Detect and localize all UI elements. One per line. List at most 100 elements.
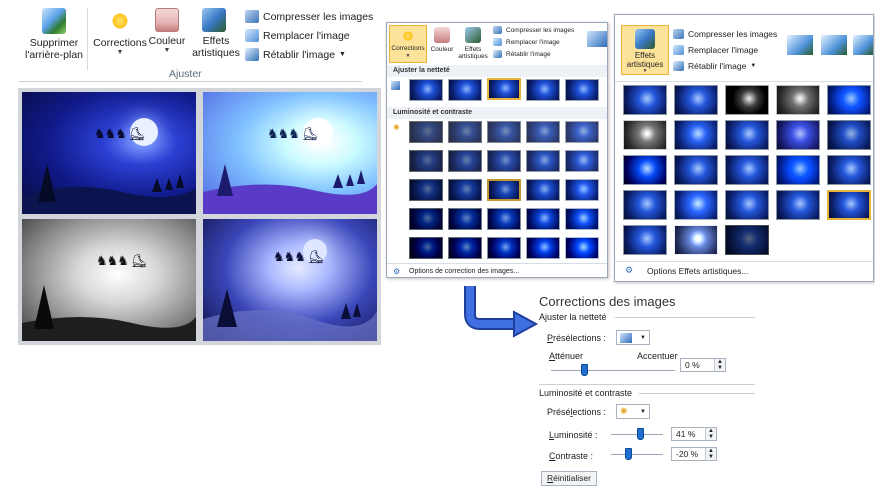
corrections-button[interactable]: Corrections ▼ [91,8,149,57]
artistic-brush-icon [635,29,655,49]
reset-image-button[interactable]: Rétablir l'image ▼ [673,61,756,71]
sharpness-spinbox[interactable]: 0 % ▲ ▼ [680,358,726,372]
sharpen-thumb[interactable] [526,79,560,101]
artistic-effect-thumb[interactable] [827,190,871,220]
replace-image-button[interactable]: Remplacer l'image [673,45,758,55]
spin-arrows-icon[interactable]: ▲ ▼ [714,359,725,371]
artistic-effect-thumb[interactable] [827,155,871,185]
sharpen-thumb-selected[interactable] [487,78,521,100]
artistic-effect-thumb[interactable] [623,85,667,115]
picture-style-thumbnail[interactable] [587,31,607,47]
contrast-value: -20 % [676,449,699,459]
reset-image-button[interactable]: Rétablir l'image ▼ [245,48,346,61]
brightness-contrast-thumb[interactable] [448,237,482,259]
compress-images-button[interactable]: Compresser les images [493,26,574,34]
contrast-slider-thumb[interactable] [625,448,632,460]
reset-image-button[interactable]: Rétablir l'image [493,50,551,58]
picture-style-thumbnail[interactable] [821,35,847,55]
artistic-effects-button[interactable]: Effets artistiques [455,25,491,60]
sharpen-presets-label: Présélections : [547,333,607,343]
artistic-effect-thumb[interactable] [674,85,718,115]
artistic-effect-thumb[interactable] [674,155,718,185]
brightness-contrast-thumb[interactable] [565,121,599,143]
picture-style-thumbnail[interactable] [787,35,813,55]
brightness-presets-label: Présélections : [547,407,607,417]
brightness-contrast-thumb[interactable] [487,237,521,259]
brightness-slider-thumb[interactable] [637,428,644,440]
reset-button[interactable]: Réinitialiser [541,471,597,486]
brightness-spinbox[interactable]: 41 % ▲ ▼ [671,427,717,441]
artistic-options-link[interactable]: Options Effets artistiques... [647,266,748,276]
artistic-effect-thumb[interactable] [827,120,871,150]
brightness-contrast-thumb[interactable] [487,121,521,143]
replace-image-icon [493,38,502,46]
brightness-contrast-thumb[interactable] [448,208,482,230]
sharpness-slider-track[interactable] [551,370,675,371]
sharpen-thumb[interactable] [448,79,482,101]
brightness-contrast-thumb[interactable] [409,237,443,259]
artistic-effect-thumb[interactable] [725,155,769,185]
image-brightened: ♞♞♞ ⛸ [203,92,377,214]
artistic-effect-thumb[interactable] [827,85,871,115]
compress-label: Compresser les images [688,29,778,39]
brightness-contrast-thumb[interactable] [448,150,482,172]
contrast-spinbox[interactable]: -20 % ▲ ▼ [671,447,717,461]
brightness-contrast-thumb[interactable] [526,179,560,201]
brightness-contrast-thumb[interactable] [526,208,560,230]
artistic-effect-thumb[interactable] [776,85,820,115]
color-button[interactable]: Couleur ▼ [147,8,187,55]
image-grayscale: ♞♞♞ ⛸ [22,219,196,341]
artistic-effect-thumb[interactable] [674,225,718,255]
artistic-effect-thumb[interactable] [725,190,769,220]
brightness-contrast-thumb[interactable] [448,179,482,201]
artistic-effect-thumb[interactable] [674,190,718,220]
brightness-contrast-thumb[interactable] [409,150,443,172]
compress-images-button[interactable]: Compresser les images [673,29,777,39]
brightness-contrast-thumb[interactable] [409,179,443,201]
picture-style-thumbnail[interactable] [853,35,873,55]
brightness-contrast-thumb[interactable] [526,150,560,172]
remove-background-button[interactable]: Supprimer l'arrière-plan [23,8,85,61]
contrast-slider-track[interactable] [611,454,663,455]
replace-image-button[interactable]: Remplacer l'image [245,29,350,42]
brightness-contrast-thumb[interactable] [565,150,599,172]
replace-image-button[interactable]: Remplacer l'image [493,38,560,46]
compress-images-button[interactable]: Compresser les images [245,10,373,23]
artistic-effect-thumb[interactable] [725,85,769,115]
remove-background-icon [42,8,66,34]
spin-arrows-icon[interactable]: ▲ ▼ [705,448,716,460]
artistic-effect-thumb[interactable] [776,155,820,185]
spin-arrows-icon[interactable]: ▲ ▼ [705,428,716,440]
artistic-effect-thumb[interactable] [776,190,820,220]
artistic-effect-thumb[interactable] [623,225,667,255]
sharpen-presets-dropdown[interactable]: ▼ [616,330,650,345]
brightness-contrast-thumb[interactable] [565,237,599,259]
sharpen-thumb[interactable] [409,79,443,101]
brightness-contrast-thumb[interactable] [487,179,521,201]
artistic-effect-thumb[interactable] [674,120,718,150]
artistic-effect-thumb[interactable] [623,155,667,185]
brightness-contrast-thumb[interactable] [526,121,560,143]
artistic-effects-button[interactable]: Effets artistiques [189,8,240,59]
color-button[interactable]: Couleur [429,25,455,53]
brightness-contrast-thumb[interactable] [409,121,443,143]
artistic-effect-thumb[interactable] [725,120,769,150]
artistic-effects-button-active[interactable]: Effets artistiques ▼ [621,25,669,75]
artistic-effect-thumb[interactable] [725,225,769,255]
brightness-contrast-thumb[interactable] [526,237,560,259]
corrections-button-active[interactable]: Corrections ▼ [389,25,427,63]
artistic-effect-thumb[interactable] [623,190,667,220]
brightness-contrast-thumb[interactable] [487,208,521,230]
brightness-contrast-thumb[interactable] [565,208,599,230]
brightness-contrast-thumb[interactable] [448,121,482,143]
brightness-presets-dropdown[interactable]: ✺ ▼ [616,404,650,419]
contrast-label: Contraste : [549,451,594,461]
brightness-contrast-thumb[interactable] [565,179,599,201]
brightness-contrast-thumb[interactable] [487,150,521,172]
artistic-effect-thumb[interactable] [776,120,820,150]
artistic-effect-thumb[interactable] [623,120,667,150]
brightness-contrast-thumb[interactable] [409,208,443,230]
correction-options-link[interactable]: Options de correction des images... [409,268,519,275]
sharpen-thumb[interactable] [565,79,599,101]
sharpness-slider-thumb[interactable] [581,364,588,376]
